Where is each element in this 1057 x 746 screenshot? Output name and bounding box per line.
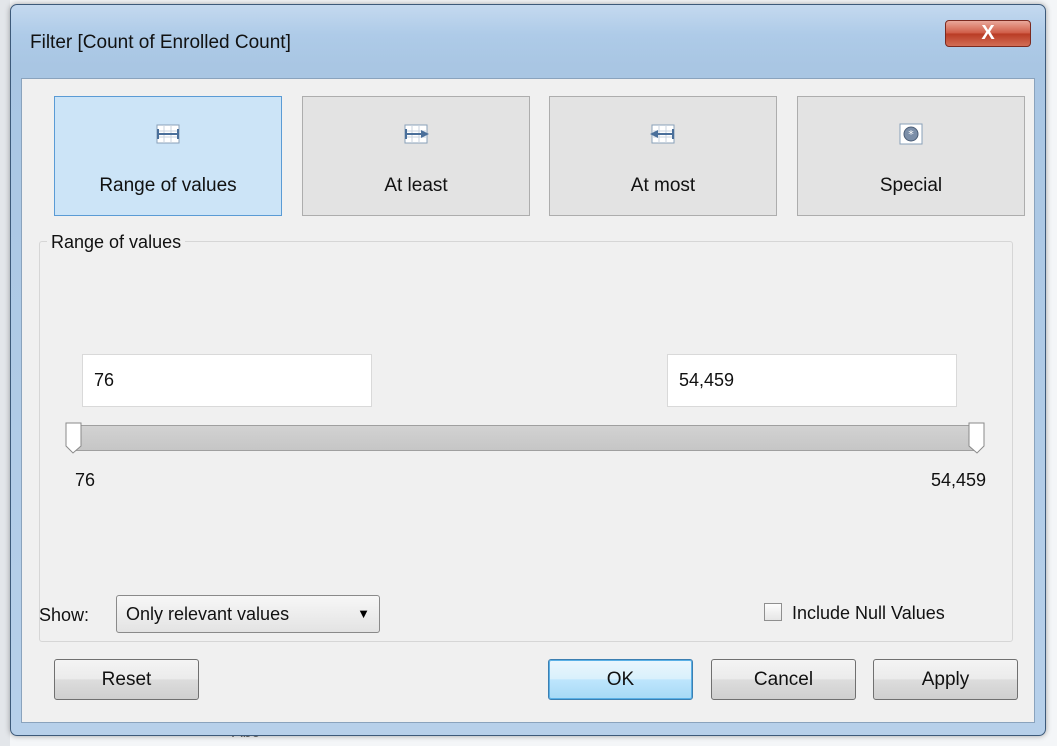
tab-at-least[interactable]: At least <box>302 96 530 216</box>
dialog-body: Range of values At least At most * Speci… <box>21 78 1035 723</box>
tab-special[interactable]: * Special <box>797 96 1025 216</box>
ok-button[interactable]: OK <box>548 659 693 700</box>
include-null-label[interactable]: Include Null Values <box>792 603 945 624</box>
svg-text:*: * <box>908 128 914 141</box>
cancel-button[interactable]: Cancel <box>711 659 856 700</box>
range-values-icon <box>156 124 180 144</box>
filter-dialog: Filter [Count of Enrolled Count] X Range… <box>10 4 1046 736</box>
apply-button[interactable]: Apply <box>873 659 1018 700</box>
range-group: Range of values 76 54,459 76 54,459 <box>39 232 1013 642</box>
at-most-icon <box>650 124 675 144</box>
at-least-icon <box>404 124 429 144</box>
show-dropdown[interactable]: Only relevant values ▼ <box>116 595 380 633</box>
dialog-title: Filter [Count of Enrolled Count] <box>30 32 291 53</box>
show-dropdown-value: Only relevant values <box>126 604 290 624</box>
close-icon: X <box>981 22 995 44</box>
max-slider-handle[interactable] <box>966 422 986 454</box>
range-slider-track[interactable] <box>73 425 976 451</box>
tab-label: At least <box>384 175 448 196</box>
include-null-checkbox[interactable] <box>764 603 782 621</box>
tab-label: Special <box>879 175 943 196</box>
show-label: Show: <box>39 605 90 625</box>
tab-label: At most <box>630 175 696 196</box>
tab-at-most[interactable]: At most <box>549 96 777 216</box>
min-value-input[interactable]: 76 <box>82 354 372 407</box>
group-title: Range of values <box>47 232 186 253</box>
tab-label: Range of values <box>99 175 237 196</box>
min-slider-handle[interactable] <box>64 422 84 454</box>
special-icon: * <box>899 123 923 145</box>
axis-max-label: 54,459 <box>930 470 986 490</box>
reset-button[interactable]: Reset <box>54 659 199 700</box>
chevron-down-icon: ▼ <box>357 606 370 621</box>
background-edge <box>0 0 10 746</box>
close-button[interactable]: X <box>945 20 1031 47</box>
axis-min-label: 76 <box>75 470 96 490</box>
tab-range-of-values[interactable]: Range of values <box>54 96 282 216</box>
max-value-input[interactable]: 54,459 <box>667 354 957 407</box>
